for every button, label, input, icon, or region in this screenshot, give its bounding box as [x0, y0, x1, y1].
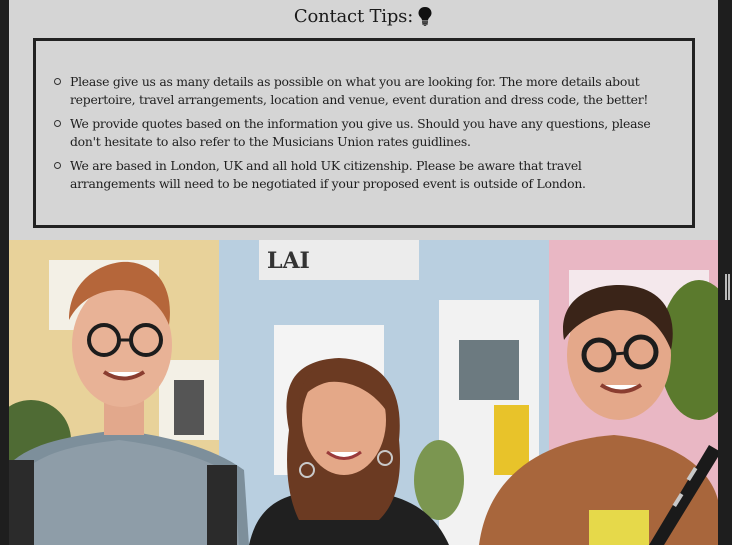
scrollbar-handle[interactable] — [725, 274, 730, 300]
tip-text: Please give us as many details as possib… — [70, 74, 649, 107]
bullet-icon — [54, 120, 61, 127]
list-item: We provide quotes based on the informati… — [54, 115, 668, 151]
contact-page: Contact Tips: Please give us as many det… — [9, 0, 718, 545]
tip-text: We provide quotes based on the informati… — [70, 116, 651, 149]
contact-tips-box: Please give us as many details as possib… — [33, 38, 695, 228]
bullet-icon — [54, 162, 61, 169]
bullet-icon — [54, 78, 61, 85]
contact-tips-title: Contact Tips: — [293, 5, 414, 27]
list-item: We are based in London, UK and all hold … — [54, 157, 668, 193]
list-item: Please give us as many details as possib… — [54, 73, 668, 109]
three-musicians-photo: LAI — [9, 240, 718, 545]
tip-text: We are based in London, UK and all hold … — [70, 158, 586, 191]
svg-text:LAI: LAI — [267, 248, 310, 274]
contact-tips-list: Please give us as many details as possib… — [54, 73, 668, 199]
lightbulb-icon — [417, 6, 433, 26]
contact-tips-header: Contact Tips: — [9, 0, 718, 32]
